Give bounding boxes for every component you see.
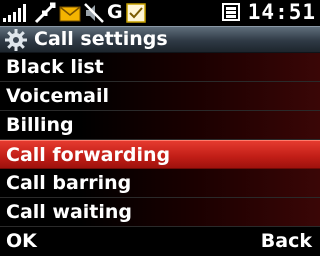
battery-icon [222,3,240,21]
clock: 14:51 [247,0,316,24]
menu-item-call-barring[interactable]: Call barring [0,169,320,198]
menu-item-label: Call barring [6,172,132,194]
data-transfer-icon [34,2,56,24]
back-softkey[interactable]: Back [261,227,312,256]
gear-icon [5,29,27,51]
status-bar: G 14:51 [0,0,320,26]
notes-icon [126,3,146,23]
settings-menu: Black list Voicemail Billing Call forwar… [0,53,320,227]
menu-item-label: Black list [6,56,104,78]
softkey-bar: OK Back [0,227,320,256]
menu-item-black-list[interactable]: Black list [0,53,320,82]
menu-item-label: Call waiting [6,201,133,223]
network-type-label: G [107,1,123,23]
message-icon [59,6,81,22]
menu-item-label: Billing [6,114,74,136]
menu-item-call-waiting[interactable]: Call waiting [0,198,320,227]
menu-item-label: Voicemail [6,85,110,107]
page-title: Call settings [34,28,168,50]
menu-item-billing[interactable]: Billing [0,111,320,140]
menu-item-label: Call forwarding [6,144,171,166]
signal-icon [3,4,26,22]
ok-softkey[interactable]: OK [6,227,37,256]
title-bar: Call settings [0,26,320,53]
menu-item-call-forwarding[interactable]: Call forwarding [0,140,320,169]
phone-screen: G 14:51 Call settings Black list Voicema… [0,0,320,256]
menu-item-voicemail[interactable]: Voicemail [0,82,320,111]
mute-icon [84,3,104,23]
